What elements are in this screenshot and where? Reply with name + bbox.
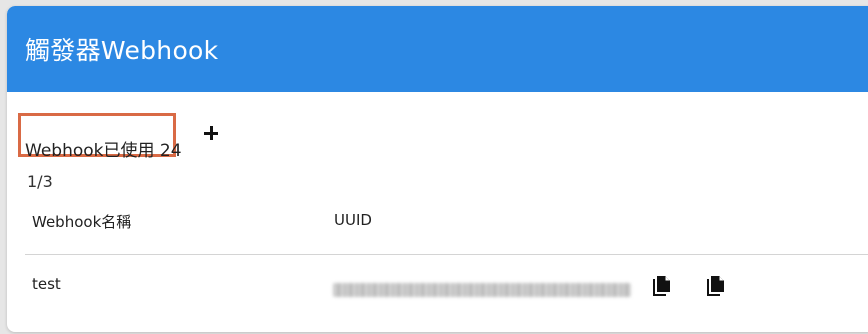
uuid-value-redacted — [333, 283, 631, 297]
add-webhook-button[interactable] — [200, 122, 224, 146]
webhook-card: 觸發器Webhook Webhook已使用 24 1/3 Webhook名稱 U… — [7, 6, 868, 332]
copy-icon[interactable] — [704, 274, 726, 298]
card-header: 觸發器Webhook — [7, 6, 868, 92]
column-header-uuid: UUID — [334, 211, 372, 229]
column-header-webhook-name: Webhook名稱 — [32, 213, 132, 231]
pagination-count: 1/3 — [27, 172, 53, 191]
webhook-usage-count: Webhook已使用 24 — [25, 141, 182, 161]
page-title: 觸發器Webhook — [25, 36, 219, 65]
webhook-name-cell: test — [32, 275, 61, 293]
table-divider — [25, 254, 868, 255]
copy-icon[interactable] — [650, 274, 672, 298]
